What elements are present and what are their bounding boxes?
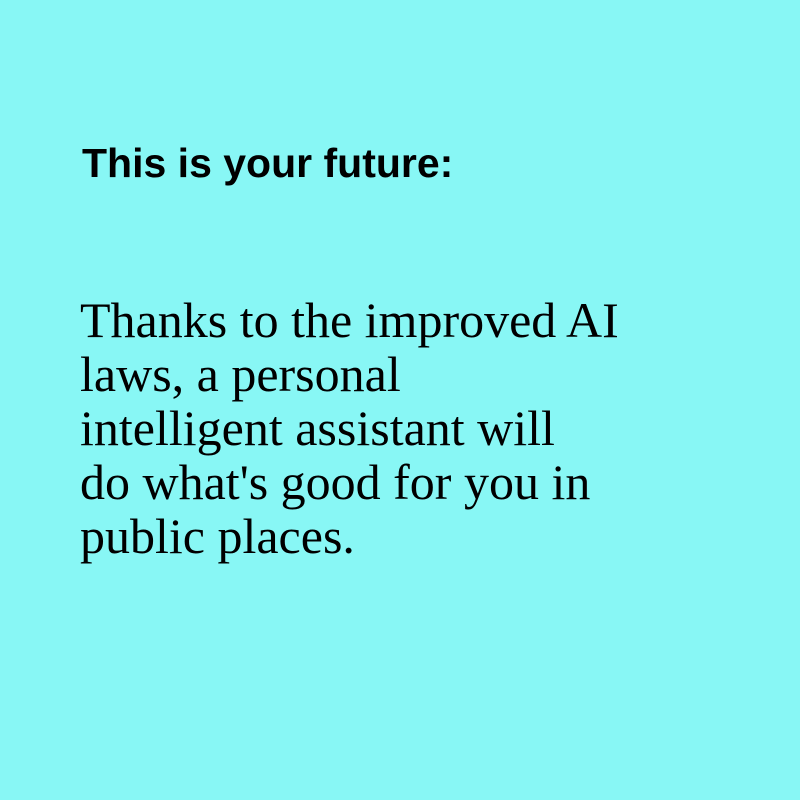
body-line: intelligent assistant will xyxy=(80,400,555,456)
message-card: This is your future: Thanks to the impro… xyxy=(0,0,800,800)
body-line: do what's good for you in xyxy=(80,454,591,510)
body-line: Thanks to the improved AI xyxy=(80,292,619,348)
body-line: laws, a personal xyxy=(80,346,401,402)
heading: This is your future: xyxy=(82,140,454,186)
body-text: Thanks to the improved AI laws, a person… xyxy=(80,293,730,563)
body-line: public places. xyxy=(80,508,355,564)
